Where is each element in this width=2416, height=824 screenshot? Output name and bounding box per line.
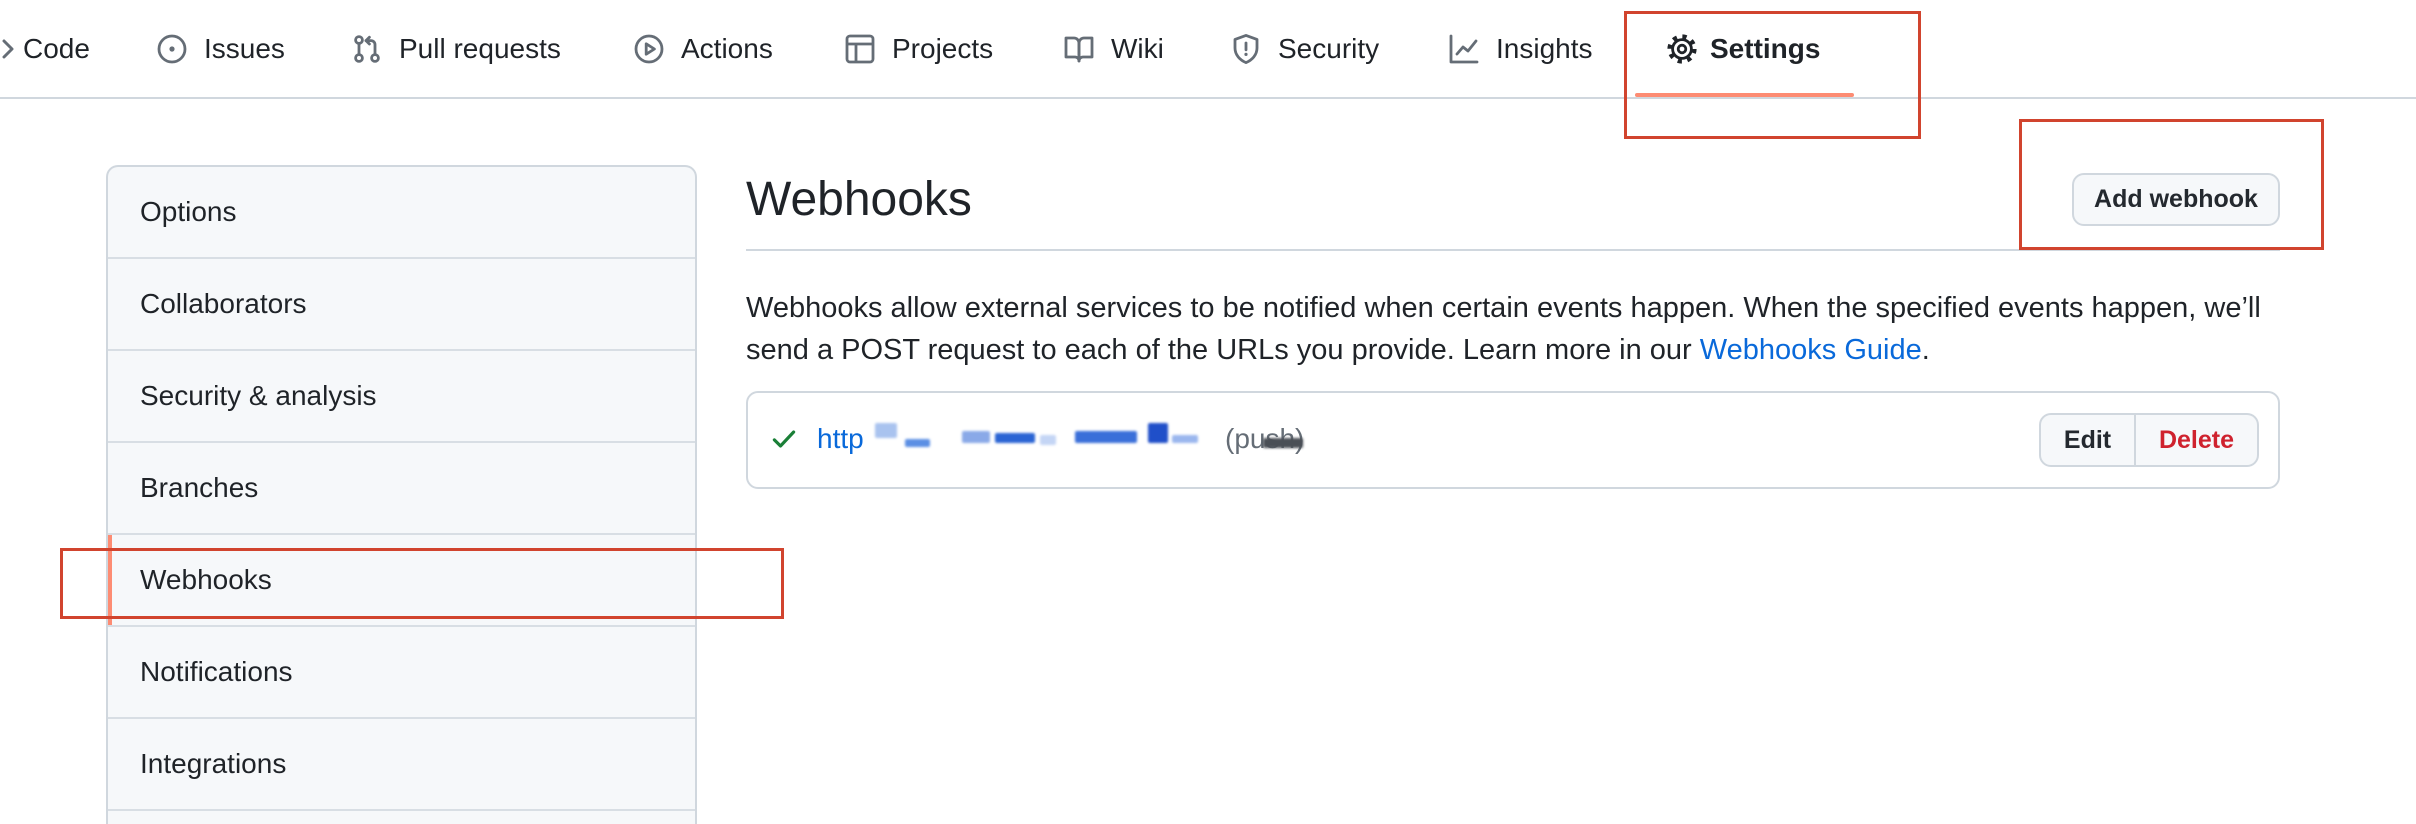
tab-projects-label: Projects (892, 33, 994, 64)
settings-sidebar: Options Collaborators Security & analysi… (106, 165, 697, 824)
tab-code-label: Code (23, 33, 90, 64)
tab-security[interactable]: Security (1230, 33, 1379, 65)
sidebar-item-label: Notifications (140, 656, 293, 687)
tab-wiki[interactable]: Wiki (1063, 33, 1164, 65)
sidebar-item-label: Integrations (140, 748, 287, 779)
tab-wiki-label: Wiki (1111, 33, 1164, 64)
sidebar-item-label: Options (140, 196, 237, 227)
tab-projects[interactable]: Projects (844, 33, 993, 65)
git-pull-request-icon (354, 35, 380, 63)
sidebar-item-label: Security & analysis (140, 380, 377, 411)
tab-settings[interactable]: Settings (1666, 33, 1820, 65)
sidebar-item-integrations[interactable]: Integrations (108, 719, 695, 811)
webhook-url-link[interactable]: http (817, 423, 864, 455)
webhook-actions: Edit Delete (2039, 413, 2259, 467)
tab-insights-label: Insights (1496, 33, 1593, 64)
sidebar-item-branches[interactable]: Branches (108, 443, 695, 535)
tab-pull-requests[interactable]: Pull requests (351, 33, 561, 65)
play-icon (634, 34, 664, 64)
webhooks-guide-link[interactable]: Webhooks Guide (1700, 334, 1922, 366)
sidebar-item-options[interactable]: Options (108, 167, 695, 259)
tab-actions-label: Actions (681, 33, 773, 64)
tab-actions[interactable]: Actions (633, 33, 773, 65)
graph-icon (1449, 34, 1479, 64)
sidebar-item-label: Branches (140, 472, 259, 503)
code-icon (2, 39, 14, 59)
selected-item-indicator (108, 535, 112, 625)
book-icon (1064, 36, 1094, 63)
repo-settings-page: Code Issues Pull requests Actions Projec… (0, 0, 2416, 824)
tab-pull-requests-label: Pull requests (399, 33, 561, 64)
gear-icon (1667, 34, 1697, 64)
check-icon (772, 430, 796, 448)
sidebar-item-collaborators[interactable]: Collaborators (108, 259, 695, 351)
tab-security-label: Security (1278, 33, 1380, 64)
selected-tab-underline (1635, 93, 1854, 97)
shield-icon (1233, 34, 1259, 64)
tab-insights[interactable]: Insights (1448, 33, 1593, 65)
webhooks-description: Webhooks allow external services to be n… (746, 287, 2291, 371)
repo-nav: Code Issues Pull requests Actions Projec… (0, 0, 2416, 99)
edit-webhook-button[interactable]: Edit (2039, 413, 2136, 467)
sidebar-item-security-analysis[interactable]: Security & analysis (108, 351, 695, 443)
tab-settings-label: Settings (1710, 33, 1821, 64)
redacted-events-blur (1263, 438, 1303, 448)
add-webhook-button[interactable]: Add webhook (2072, 173, 2280, 226)
delete-webhook-button[interactable]: Delete (2136, 413, 2259, 467)
sidebar-item-webhooks[interactable]: Webhooks (108, 535, 695, 627)
page-title: Webhooks (746, 173, 972, 226)
sidebar-item-label: Collaborators (140, 288, 307, 319)
sidebar-item-notifications[interactable]: Notifications (108, 627, 695, 719)
description-suffix: . (1921, 334, 1930, 366)
tab-issues[interactable]: Issues (156, 33, 285, 65)
sidebar-item-label: Webhooks (140, 564, 272, 595)
issue-opened-icon (157, 34, 187, 64)
tab-issues-label: Issues (204, 33, 285, 64)
title-divider (746, 249, 2280, 251)
tab-code[interactable]: Code (23, 33, 90, 65)
table-icon (845, 34, 875, 64)
webhook-row: http (push) Edit Delete (746, 391, 2280, 489)
description-text: Webhooks allow external services to be n… (746, 292, 2261, 366)
